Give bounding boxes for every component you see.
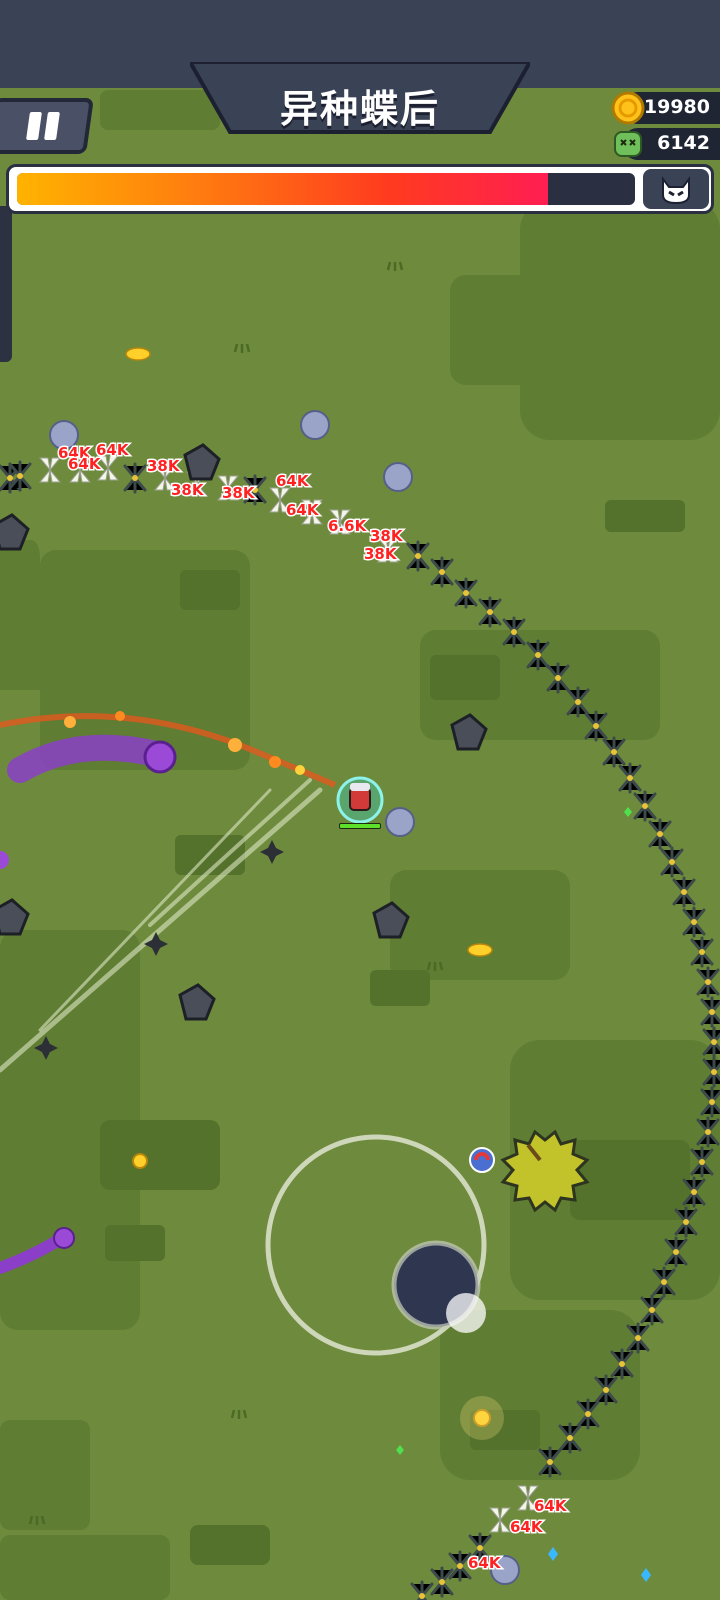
thorn-joint <box>439 1579 445 1585</box>
damage-number: 64K <box>96 441 130 459</box>
battlefield: 64K 64K 64K 38K 38K 38K 64K 64K 6.6K 38K… <box>0 90 720 1600</box>
pause-icon <box>25 102 72 150</box>
side-panel-tab[interactable] <box>0 206 12 362</box>
spiked-seed-enemy <box>500 1129 590 1213</box>
kill-counter: 6142 <box>614 128 720 160</box>
thorn-joint <box>635 1335 641 1341</box>
damage-number: 38K <box>147 457 181 475</box>
thorn-joint <box>657 831 663 837</box>
thorn-joint <box>567 1435 573 1441</box>
thorn-joint <box>593 723 599 729</box>
ground-patches <box>0 90 720 1600</box>
thorn-joint <box>419 1593 425 1599</box>
thorn-joint <box>547 1459 553 1465</box>
thorn-joint <box>683 1219 689 1225</box>
thorn-joint <box>699 1159 705 1165</box>
magnet-pickup <box>469 1147 495 1173</box>
thorn-joint <box>487 609 493 615</box>
damage-number: 64K <box>510 1518 544 1536</box>
thorn-joint <box>709 1009 715 1015</box>
damage-number: 38K <box>370 527 404 545</box>
boss-name: 异种蝶后 <box>279 87 440 131</box>
thorn-joint <box>699 949 705 955</box>
thorn-joint <box>711 1069 717 1075</box>
boss-health-fill <box>17 173 549 205</box>
thorn-joint <box>611 749 617 755</box>
thorn-joint <box>705 1129 711 1135</box>
thorn-joint <box>711 1039 717 1045</box>
thorn-joint <box>575 699 581 705</box>
thorn-joint <box>709 1099 715 1105</box>
thorn-joint <box>132 475 138 481</box>
gold-amount: 19980 <box>643 96 710 118</box>
thorn-joint <box>555 675 561 681</box>
boss-badge <box>643 169 709 209</box>
coin-glow <box>460 1396 504 1440</box>
grass-tufts <box>28 261 444 1525</box>
thorn-joint <box>691 1189 697 1195</box>
thorn-joint <box>439 569 445 575</box>
damage-number: 6.6K <box>328 517 368 535</box>
thorn-joint <box>669 859 675 865</box>
thorn-joint <box>17 473 23 479</box>
thorn-joint <box>457 1563 463 1569</box>
thorn-joint <box>511 629 517 635</box>
damage-number: 64K <box>468 1554 502 1572</box>
thorn-joint <box>603 1387 609 1393</box>
thorn-joint <box>661 1279 667 1285</box>
thorn-joint <box>619 1361 625 1367</box>
thorn-joint <box>415 553 421 559</box>
damage-number: 38K <box>222 484 256 502</box>
thorn-joint <box>463 590 469 596</box>
player-hero <box>336 776 384 829</box>
thorn-joint <box>691 919 697 925</box>
damage-number: 38K <box>171 481 205 499</box>
thorn-joint <box>477 1545 483 1551</box>
gold-counter: 19980 <box>611 91 720 125</box>
thorn-joint <box>585 1411 591 1417</box>
damage-number: 64K <box>276 472 310 490</box>
thorn-joint <box>627 775 633 781</box>
thorn-joint <box>642 803 648 809</box>
boss-health-track <box>17 173 635 205</box>
damage-number: 38K <box>364 545 398 563</box>
pause-button[interactable] <box>0 98 94 154</box>
cat-skull-icon <box>662 176 690 205</box>
thorn-joint <box>673 1249 679 1255</box>
damage-number: 64K <box>286 501 320 519</box>
boss-health-bar <box>6 164 714 214</box>
shuriken-trails <box>0 778 323 1073</box>
thorn-joint <box>535 652 541 658</box>
thorn-joint <box>681 889 687 895</box>
gold-coin-icon <box>611 91 645 125</box>
thorn-joint <box>7 475 13 481</box>
virtual-joystick[interactable] <box>265 1134 487 1356</box>
thorn-joint <box>649 1307 655 1313</box>
damage-number: 64K <box>534 1497 568 1515</box>
skull-kill-icon <box>614 131 642 157</box>
thorn-joint <box>705 979 711 985</box>
kill-amount: 6142 <box>657 132 710 154</box>
